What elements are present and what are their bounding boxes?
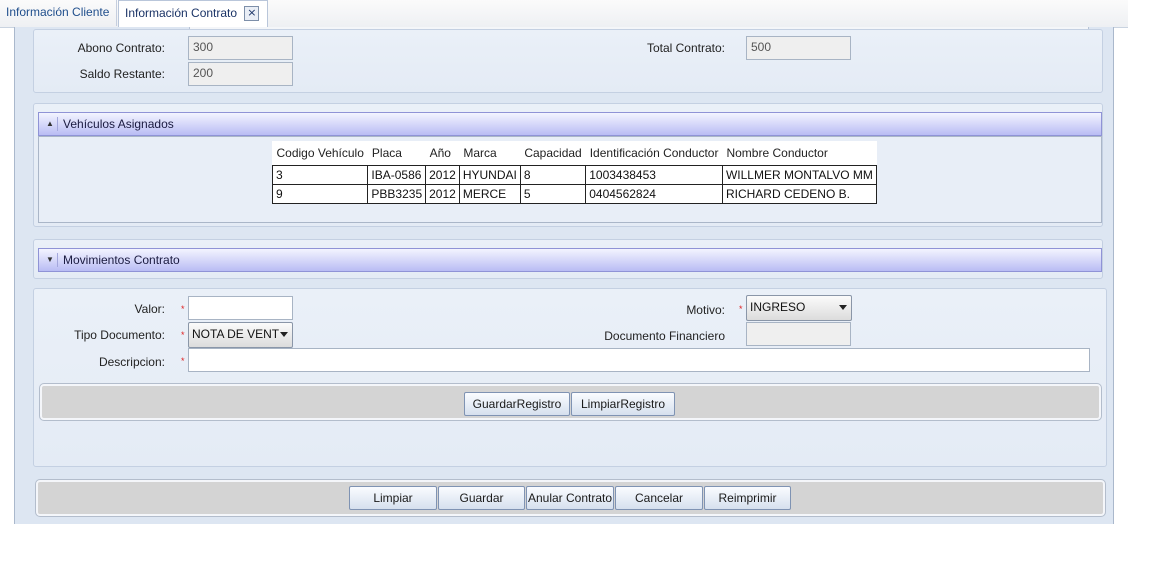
cancelar-button[interactable]: Cancelar [615, 486, 703, 510]
vehiculos-header[interactable]: ▲ Vehículos Asignados [38, 112, 1102, 136]
column-header[interactable]: Nombre Conductor [722, 141, 877, 166]
cell-placa: PBB3235 [367, 184, 427, 204]
chevron-down-icon[interactable]: ▼ [43, 253, 58, 267]
movimientos-header[interactable]: ▼ Movimientos Contrato [38, 248, 1102, 272]
limpiar-button[interactable]: Limpiar [349, 486, 437, 510]
vehiculos-table: Codigo Vehículo Placa Año Marca Capacida… [271, 141, 877, 204]
cell-anio: 2012 [425, 184, 460, 204]
cell-nombre: RICHARD CEDENO B. [721, 184, 877, 204]
section-title: Movimientos Contrato [63, 253, 180, 267]
tipo-documento-selected-value: NOTA DE VENT [192, 327, 280, 341]
column-header[interactable]: Marca [459, 141, 521, 166]
descripcion-label: Descripcion: [98, 355, 165, 369]
tab-label: Información Contrato [125, 6, 238, 20]
motivo-selected-value: INGRESO [750, 300, 806, 314]
motivo-label: Motivo: [686, 303, 725, 317]
motivo-select[interactable]: INGRESO [746, 295, 852, 321]
saldo-field[interactable]: 200 [188, 62, 293, 86]
cell-codigo: 3 [271, 165, 369, 185]
cell-marca: HYUNDAI [458, 165, 521, 185]
required-marker: * [181, 330, 185, 340]
abono-label: Abono Contrato: [77, 41, 165, 55]
dropdown-arrow-icon [839, 305, 847, 310]
total-field[interactable]: 500 [746, 36, 851, 60]
dropdown-arrow-icon [280, 332, 288, 337]
required-marker: * [181, 304, 185, 314]
valor-label: Valor: [134, 302, 165, 316]
cell-codigo: 9 [271, 184, 369, 204]
table-row[interactable]: 3 IBA-0586 2012 HYUNDAI 8 1003438453 WIL… [271, 165, 877, 185]
valor-input[interactable] [188, 296, 293, 320]
required-marker: * [739, 304, 743, 314]
tab-informacion-contrato[interactable]: Información Contrato × [118, 0, 268, 28]
cell-identificacion: 1003438453 [585, 165, 723, 185]
descripcion-input[interactable] [188, 348, 1090, 372]
cell-placa: IBA-0586 [367, 165, 427, 185]
column-header[interactable]: Capacidad [520, 141, 586, 166]
guardar-registro-button[interactable]: GuardarRegistro [464, 392, 570, 416]
tab-bar: Información Cliente Información Contrato… [0, 0, 1128, 28]
cell-anio: 2012 [425, 165, 460, 185]
abono-field[interactable]: 300 [188, 36, 293, 60]
table-row[interactable]: 9 PBB3235 2012 MERCE 5 0404562824 RICHAR… [271, 184, 877, 204]
tab-informacion-cliente[interactable]: Información Cliente [0, 0, 117, 26]
anular-contrato-button[interactable]: Anular Contrato [526, 486, 614, 510]
documento-financiero-field[interactable] [746, 322, 851, 346]
column-header[interactable]: Año [425, 141, 460, 166]
cell-marca: MERCE [458, 184, 521, 204]
column-header[interactable]: Placa [367, 141, 426, 166]
saldo-label: Saldo Restante: [79, 67, 165, 81]
section-title: Vehículos Asignados [63, 117, 174, 131]
cell-nombre: WILLMER MONTALVO MM [721, 165, 877, 185]
column-header[interactable]: Codigo Vehículo [272, 141, 368, 166]
cell-identificacion: 0404562824 [585, 184, 723, 204]
reimprimir-button[interactable]: Reimprimir [704, 486, 791, 510]
cell-capacidad: 5 [519, 184, 587, 204]
cell-capacidad: 8 [519, 165, 587, 185]
total-label: Total Contrato: [646, 41, 725, 55]
limpiar-registro-button[interactable]: LimpiarRegistro [571, 392, 675, 416]
tab-label: Información Cliente [6, 5, 110, 19]
documento-financiero-label: Documento Financiero [604, 329, 725, 343]
required-marker: * [181, 356, 185, 366]
app-window: Información Cliente Información Contrato… [0, 0, 1128, 524]
column-header[interactable]: Identificación Conductor [585, 141, 723, 166]
tipo-documento-select[interactable]: NOTA DE VENT [188, 322, 293, 348]
guardar-button[interactable]: Guardar [438, 486, 525, 510]
close-icon[interactable]: × [244, 6, 260, 22]
contract-content: Abono Contrato: 300 Total Contrato: 500 … [14, 27, 1114, 524]
chevron-up-icon[interactable]: ▲ [43, 117, 58, 131]
table-header-row: Codigo Vehículo Placa Año Marca Capacida… [272, 141, 877, 166]
tipo-documento-label: Tipo Documento: [74, 328, 165, 342]
